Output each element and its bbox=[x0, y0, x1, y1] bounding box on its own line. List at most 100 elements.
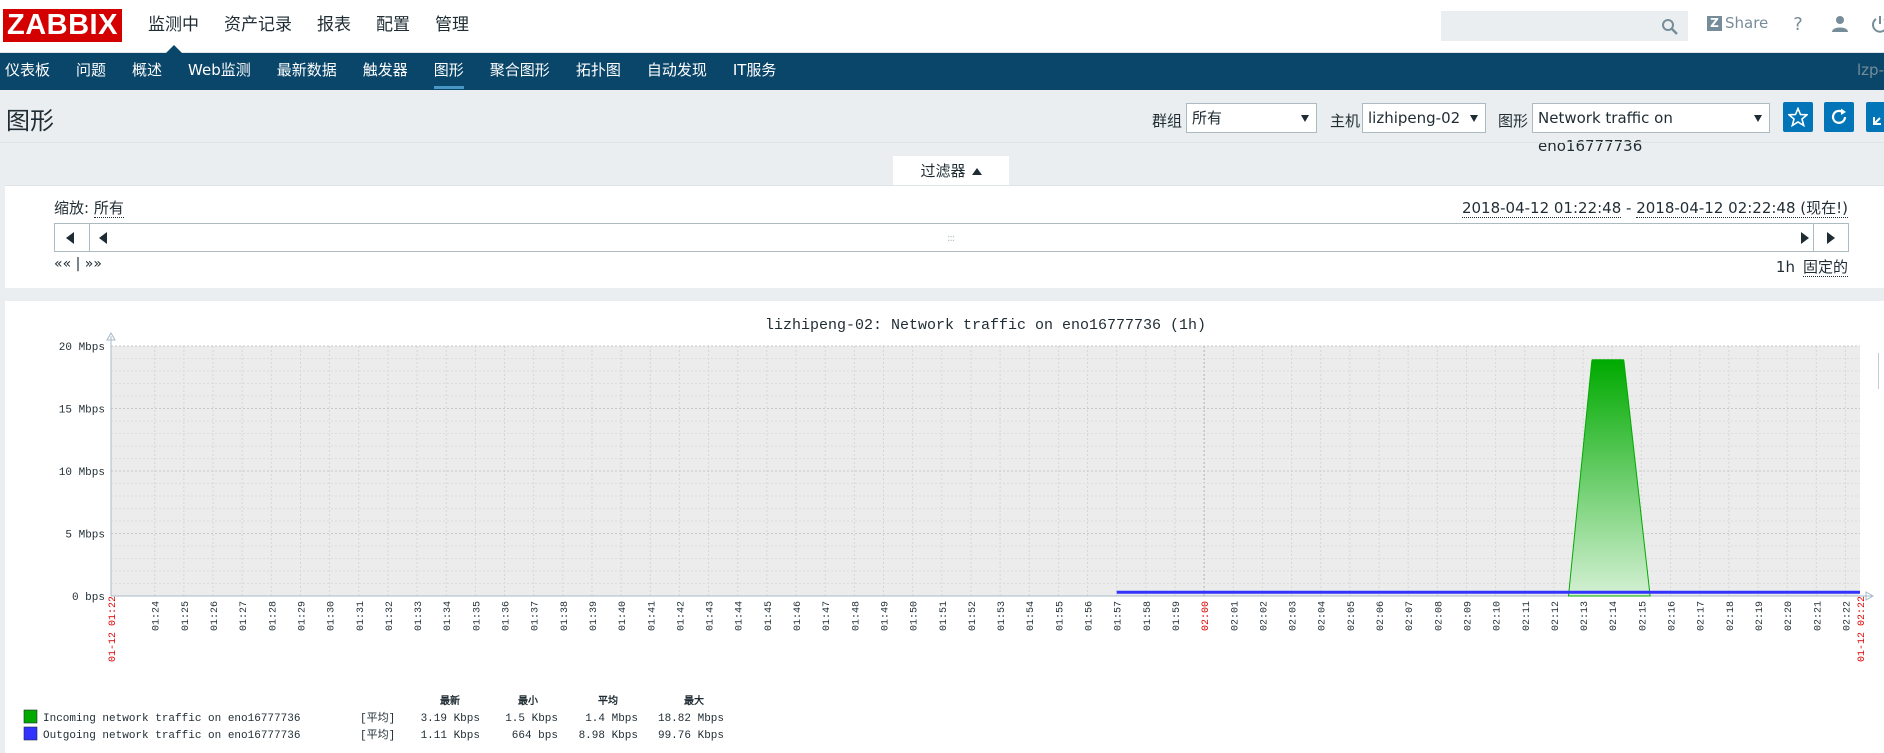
top-nav-configuration[interactable]: 配置 bbox=[376, 0, 410, 53]
sub-nav-discovery[interactable]: 自动发现 bbox=[647, 53, 707, 90]
sub-nav: 仪表板 问题 概述 Web监测 最新数据 触发器 图形 聚合图形 拓扑图 自动发… bbox=[0, 53, 1884, 90]
x-tick-label: 01:46 bbox=[793, 601, 804, 631]
sub-nav-maps[interactable]: 拓扑图 bbox=[576, 53, 621, 90]
x-tick-label: 02:01 bbox=[1230, 601, 1241, 631]
favorite-button[interactable] bbox=[1783, 102, 1813, 132]
zoom-control: 缩放: 所有 bbox=[54, 197, 124, 218]
range-from[interactable]: 2018-04-12 01:22:48 bbox=[1461, 199, 1622, 218]
x-tick-label: 01:50 bbox=[910, 601, 921, 631]
y-tick-label: 15 Mbps bbox=[59, 405, 105, 417]
refresh-button[interactable] bbox=[1824, 102, 1854, 132]
zabbix-logo[interactable]: ZABBIX bbox=[3, 9, 122, 42]
network-traffic-chart[interactable]: lizhipeng-02: Network traffic on eno1677… bbox=[5, 301, 1884, 753]
fixed-toggle[interactable]: 固定的 bbox=[1802, 258, 1848, 277]
x-tick-label: 01:41 bbox=[647, 601, 658, 631]
x-tick-label: 01:47 bbox=[822, 601, 833, 631]
chevron-down-icon bbox=[1470, 115, 1478, 122]
help-icon[interactable]: ? bbox=[1787, 14, 1809, 36]
time-filter-panel: 缩放: 所有 2018-04-12 01:22:48 - 2018-04-12 … bbox=[5, 185, 1884, 288]
legend-swatch bbox=[23, 726, 38, 741]
sub-nav-problems[interactable]: 问题 bbox=[76, 53, 106, 90]
slider-left-handle[interactable] bbox=[99, 232, 107, 244]
filter-toggle[interactable]: 过滤器 bbox=[893, 156, 1009, 186]
nav-forward-link[interactable]: »» bbox=[85, 256, 102, 272]
chart-title: lizhipeng-02: Network traffic on eno1677… bbox=[765, 317, 1206, 334]
power-icon[interactable] bbox=[1869, 14, 1884, 36]
star-icon bbox=[1788, 107, 1808, 127]
graph-select[interactable]: Network traffic on eno16777736 bbox=[1532, 103, 1770, 155]
graph-select-value: Network traffic on eno16777736 bbox=[1538, 109, 1673, 155]
group-select[interactable]: 所有 bbox=[1186, 103, 1317, 133]
y-tick-label: 20 Mbps bbox=[59, 342, 105, 354]
top-nav-monitoring[interactable]: 监测中 bbox=[148, 0, 199, 54]
x-tick-label: 01:57 bbox=[1114, 601, 1125, 631]
period-display: 1h 固定的 bbox=[1776, 256, 1848, 277]
sub-nav-screens[interactable]: 聚合图形 bbox=[490, 53, 550, 90]
x-tick-label: 01:39 bbox=[589, 601, 600, 631]
search-icon[interactable] bbox=[1661, 18, 1679, 36]
x-tick-label: 02:09 bbox=[1463, 601, 1474, 631]
host-select[interactable]: lizhipeng-02 bbox=[1362, 103, 1486, 133]
top-bar: ZABBIX 监测中 资产记录 报表 配置 管理 Z Share ? bbox=[0, 0, 1884, 54]
user-icon[interactable] bbox=[1829, 14, 1851, 36]
graph-label: 图形 bbox=[1498, 112, 1529, 130]
legend-value: 664 bps bbox=[512, 730, 558, 742]
group-select-value: 所有 bbox=[1192, 109, 1223, 127]
sub-nav-it-services[interactable]: IT服务 bbox=[733, 53, 777, 90]
x-tick-label: 01:33 bbox=[414, 601, 425, 631]
sub-nav-triggers[interactable]: 触发器 bbox=[363, 53, 408, 90]
zoom-all-link[interactable]: 所有 bbox=[93, 199, 124, 218]
x-tick-label: 01:25 bbox=[181, 601, 192, 631]
legend-swatch bbox=[23, 709, 38, 724]
x-tick-label: 01:36 bbox=[502, 601, 513, 631]
x-tick-label: 01:27 bbox=[239, 601, 250, 631]
nav-separator: | bbox=[71, 256, 85, 272]
y-tick-label: 10 Mbps bbox=[59, 467, 105, 479]
x-tick-label: 02:07 bbox=[1405, 601, 1416, 631]
top-nav-inventory[interactable]: 资产记录 bbox=[224, 0, 292, 53]
fullscreen-button[interactable] bbox=[1866, 102, 1884, 132]
top-nav-administration[interactable]: 管理 bbox=[435, 0, 469, 53]
slider-right-handle[interactable] bbox=[1801, 232, 1809, 244]
legend-series-name: Outgoing network traffic on eno16777736 bbox=[43, 730, 300, 742]
scroll-right-button[interactable] bbox=[1813, 223, 1849, 252]
arrow-left-icon bbox=[66, 232, 74, 244]
page-scrollbar[interactable] bbox=[1878, 353, 1884, 389]
sub-nav-overview[interactable]: 概述 bbox=[132, 53, 162, 90]
legend-value: 8.98 Kbps bbox=[579, 730, 638, 742]
x-tick-label: 02:13 bbox=[1580, 601, 1591, 631]
x-tick-label: 02:00 bbox=[1201, 601, 1212, 631]
caret-up-icon bbox=[971, 168, 982, 175]
x-tick-label: 02:22 bbox=[1842, 601, 1853, 631]
x-tick-label: 01:45 bbox=[764, 601, 775, 631]
slider-grip-icon[interactable]: ::: bbox=[947, 233, 955, 244]
share-label: Share bbox=[1725, 14, 1769, 32]
page-title: 图形 bbox=[6, 107, 54, 135]
sub-nav-graphs[interactable]: 图形 bbox=[433, 53, 464, 90]
x-tick-label: 02:04 bbox=[1318, 601, 1329, 631]
x-start-label: 01-12 01:22 bbox=[108, 596, 119, 662]
zabbix-share-icon: Z bbox=[1707, 15, 1722, 31]
timeline-scrollbar[interactable]: ::: bbox=[54, 223, 1849, 252]
share-link[interactable]: Z Share bbox=[1707, 14, 1768, 32]
x-tick-label: 01:55 bbox=[1055, 601, 1066, 631]
search-input[interactable] bbox=[1441, 11, 1688, 41]
host-select-value: lizhipeng-02 bbox=[1368, 109, 1461, 127]
graph-panel: lizhipeng-02: Network traffic on eno1677… bbox=[5, 301, 1884, 753]
sub-nav-latest-data[interactable]: 最新数据 bbox=[277, 53, 337, 90]
x-tick-label: 01:26 bbox=[210, 601, 221, 631]
legend-header: 平均 bbox=[598, 694, 618, 708]
legend-value: 1.5 Kbps bbox=[505, 713, 558, 725]
top-nav-reports[interactable]: 报表 bbox=[317, 0, 351, 53]
time-range: 2018-04-12 01:22:48 - 2018-04-12 02:22:4… bbox=[1461, 197, 1848, 218]
range-to[interactable]: 2018-04-12 02:22:48 (现在!) bbox=[1636, 199, 1848, 218]
scroll-left-button[interactable] bbox=[54, 223, 90, 252]
x-tick-label: 02:05 bbox=[1347, 601, 1358, 631]
server-name: lzp- bbox=[1857, 61, 1884, 79]
x-tick-label: 02:20 bbox=[1784, 601, 1795, 631]
sub-nav-web[interactable]: Web监测 bbox=[188, 53, 251, 90]
x-tick-label: 02:17 bbox=[1697, 601, 1708, 631]
sub-nav-dashboard[interactable]: 仪表板 bbox=[5, 53, 50, 90]
x-tick-label: 01:40 bbox=[618, 601, 629, 631]
nav-back-link[interactable]: «« bbox=[54, 256, 71, 272]
